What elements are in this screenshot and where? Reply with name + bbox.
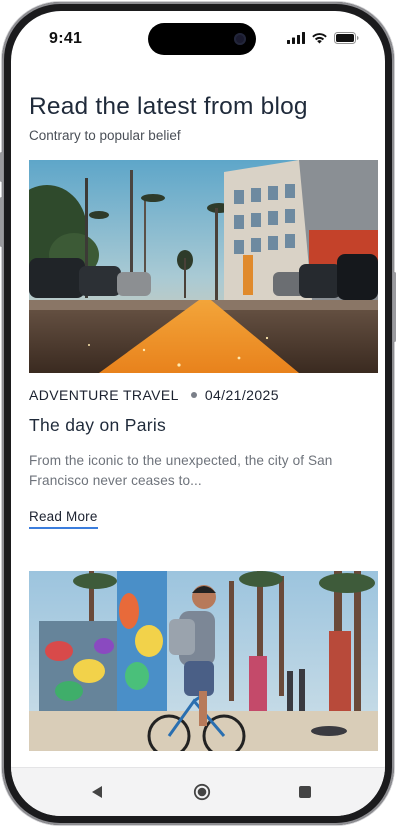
page-subtitle: Contrary to popular belief <box>29 128 181 143</box>
post-meta: ADVENTURE TRAVEL 04/21/2025 <box>29 387 379 403</box>
meta-separator-dot <box>190 392 197 398</box>
read-more-link[interactable]: Read More <box>29 509 98 529</box>
screen: 9:41 Read the latest from blog Contrary … <box>11 11 385 816</box>
post-date: 04/21/2025 <box>204 387 279 403</box>
recents-button[interactable] <box>293 780 317 804</box>
blog-post-card: ADVENTURE TRAVEL 04/21/2025 The day on P… <box>29 160 379 529</box>
home-button[interactable] <box>190 780 214 804</box>
status-time: 9:41 <box>49 30 83 47</box>
wifi-icon <box>312 33 327 44</box>
power-button <box>393 272 396 342</box>
back-icon <box>92 786 102 798</box>
front-camera-icon <box>234 33 246 45</box>
street-road-sunset-photo[interactable] <box>29 160 378 373</box>
recents-icon <box>299 786 311 798</box>
status-bar: 9:41 <box>11 11 385 67</box>
post-title[interactable]: The day on Paris <box>29 413 379 437</box>
home-icon <box>193 783 211 801</box>
back-button[interactable] <box>85 780 109 804</box>
battery-icon <box>334 32 359 44</box>
phone-frame: 9:41 Read the latest from blog Contrary … <box>0 2 396 825</box>
status-icons <box>287 32 359 44</box>
cellular-signal-icon <box>287 32 305 44</box>
volume-up-button <box>0 152 3 182</box>
post-excerpt: From the iconic to the unexpected, the c… <box>29 453 333 488</box>
dynamic-island <box>148 23 256 55</box>
post-category[interactable]: ADVENTURE TRAVEL <box>29 387 179 403</box>
android-nav-bar <box>11 767 385 816</box>
blog-content: Read the latest from blog Contrary to po… <box>29 91 379 751</box>
page-title: Read the latest from blog <box>29 93 308 120</box>
volume-down-button <box>0 197 3 247</box>
cyclist-graffiti-beach-photo[interactable] <box>29 571 378 751</box>
blog-post-card <box>29 571 379 751</box>
